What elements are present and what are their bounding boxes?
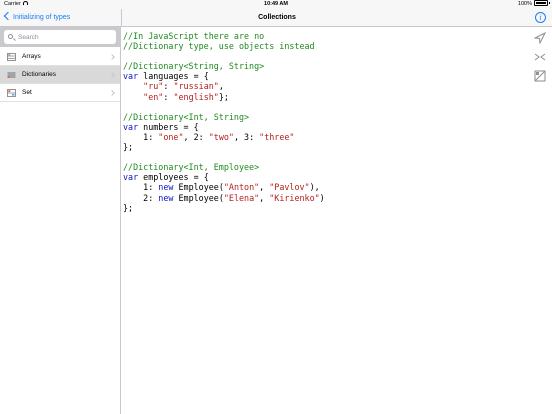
code-line: var languages = { <box>123 71 523 81</box>
code-token: //Dictionary<Int, Employee> <box>123 162 260 173</box>
switch-language-icon[interactable] <box>534 70 546 82</box>
code-line: var employees = { <box>123 172 523 182</box>
code-token: "Anton" <box>223 182 260 193</box>
code-line: 1: new Employee("Anton", "Pavlov"), <box>123 182 523 192</box>
code-token: languages = { <box>138 71 209 82</box>
code-line: "en": "english"}; <box>123 92 523 102</box>
code-line: var numbers = { <box>123 122 523 132</box>
code-line: }; <box>123 203 523 213</box>
page-title: Collections <box>258 14 296 21</box>
code-token: : <box>163 81 174 92</box>
info-icon: i <box>539 13 542 22</box>
code-token: Employee( <box>173 182 224 193</box>
code-line: //Dictionary<Int, String> <box>123 112 523 122</box>
sidebar-item-arrays[interactable]: Arrays <box>0 48 120 66</box>
array-icon <box>7 53 16 61</box>
code-view[interactable]: //In JavaScript there are no//Dictionary… <box>123 31 523 411</box>
code-line: }; <box>123 142 523 152</box>
search-icon <box>8 34 13 39</box>
code-line: //Dictionary<Int, Employee> <box>123 162 523 172</box>
sidebar-item-set[interactable]: Set <box>0 84 120 102</box>
code-token: : <box>163 91 174 102</box>
code-line: //Dictionary<String, String> <box>123 61 523 71</box>
status-bar: Carrier 10:49 AM 100% <box>0 0 552 9</box>
info-button[interactable]: i <box>535 12 546 23</box>
code-token: "russian" <box>173 81 219 92</box>
code-token: var <box>123 172 139 183</box>
code-token: ), <box>309 182 320 193</box>
code-token: //Dictionary<String, String> <box>123 61 265 72</box>
code-token: , 3: <box>233 131 260 142</box>
code-token: //In JavaScript there are no <box>123 31 265 41</box>
chevron-left-icon <box>3 11 13 21</box>
code-token: Employee( <box>173 192 224 203</box>
sidebar-list: Arrays Dictionaries Set <box>0 48 120 102</box>
code-token: 1: <box>123 182 159 193</box>
code-token: , <box>259 182 270 193</box>
sidebar-item-label: Set <box>22 89 32 96</box>
sidebar-item-dictionaries[interactable]: Dictionaries <box>0 66 120 84</box>
code-token: "Elena" <box>223 192 260 203</box>
code-line: //Dictionary type, use objects instead <box>123 41 523 51</box>
chevron-right-icon <box>109 72 115 78</box>
code-line: 2: new Employee("Elena", "Kirienko") <box>123 193 523 203</box>
code-token: , <box>259 192 270 203</box>
code-token: }; <box>123 142 134 153</box>
search-field[interactable] <box>4 30 116 44</box>
code-token: "ru" <box>143 81 164 92</box>
search-bar <box>0 27 120 47</box>
sidebar-item-label: Dictionaries <box>22 71 56 78</box>
code-token: 1: <box>123 131 159 142</box>
compare-icon[interactable] <box>534 51 546 63</box>
code-token: }; <box>123 202 134 213</box>
detail-nav-bar: Collections i <box>121 9 552 27</box>
sidebar: Arrays Dictionaries Set <box>0 27 121 414</box>
code-token: "two" <box>208 131 234 142</box>
sidebar-item-label: Arrays <box>22 53 41 60</box>
back-button-label: Initializing of types <box>13 14 71 21</box>
chevron-right-icon <box>109 90 115 96</box>
code-token: 2: <box>123 192 159 203</box>
set-icon <box>7 89 16 97</box>
code-token: new <box>158 192 174 203</box>
code-token: //Dictionary<Int, String> <box>123 111 250 122</box>
code-token: "Pavlov" <box>269 182 310 193</box>
code-token: var <box>123 71 139 82</box>
code-token: "Kirienko" <box>269 192 320 203</box>
code-token: "english" <box>173 91 219 102</box>
code-token: //Dictionary type, use objects instead <box>123 41 315 52</box>
code-token: ) <box>319 192 325 203</box>
battery-indicator: 100% <box>518 0 550 9</box>
code-token: "one" <box>158 131 184 142</box>
code-token: numbers = { <box>138 121 199 132</box>
chevron-right-icon <box>109 54 115 60</box>
battery-icon <box>534 0 550 6</box>
code-token: var <box>123 121 139 132</box>
send-icon[interactable] <box>534 32 546 44</box>
code-line: 1: "one", 2: "two", 3: "three" <box>123 132 523 142</box>
code-token: }; <box>218 91 229 102</box>
code-token: "en" <box>143 91 164 102</box>
code-token: employees = { <box>138 172 209 183</box>
code-token: , <box>218 81 224 92</box>
code-token: "three" <box>259 131 295 142</box>
dictionary-icon <box>7 72 16 78</box>
status-time: 10:49 AM <box>264 1 288 7</box>
back-button[interactable]: Initializing of types <box>3 9 70 27</box>
search-input[interactable] <box>18 30 113 44</box>
code-line: "ru": "russian", <box>123 81 523 91</box>
code-line: //In JavaScript there are no <box>123 31 523 41</box>
code-token: new <box>158 182 174 193</box>
master-nav-bar: Initializing of types <box>0 9 121 27</box>
code-token: , 2: <box>183 131 209 142</box>
